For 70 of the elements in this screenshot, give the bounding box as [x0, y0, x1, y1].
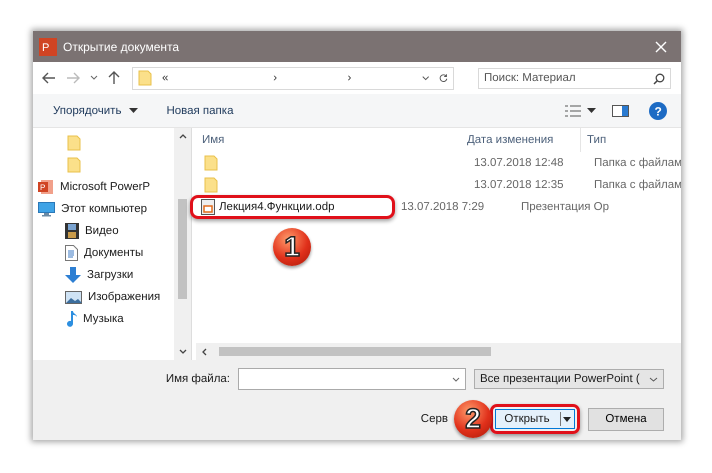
column-header[interactable]: Имя — [196, 128, 461, 152]
search-field[interactable]: Поиск: Материал — [478, 68, 671, 88]
sidebar-item[interactable]: Этот компьютер — [61, 203, 147, 215]
document-icon — [65, 245, 78, 261]
sidebar-item[interactable]: Изображения — [88, 291, 160, 303]
folder-icon — [204, 177, 218, 193]
sidebar-item[interactable]: Видео — [85, 225, 119, 237]
open-button[interactable]: Открыть — [495, 409, 575, 429]
search-icon — [653, 72, 665, 84]
date-cell-text: 13.07.2018 7:29 — [400, 201, 486, 213]
scrollbar-thumb[interactable] — [219, 347, 491, 356]
date-cell-text: 13.07.2018 12:35 — [473, 179, 565, 191]
column-header[interactable]: Тип — [581, 128, 681, 152]
chevron-down-icon — [649, 376, 658, 382]
sidebar-item[interactable]: Загрузки — [87, 269, 134, 281]
help-icon[interactable]: ? — [649, 102, 667, 120]
chevron-left-icon[interactable] — [202, 348, 207, 356]
breadcrumb[interactable]: › — [347, 72, 422, 84]
vertical-scrollbar[interactable] — [174, 128, 191, 360]
breadcrumb[interactable]: › — [273, 72, 348, 84]
highlighted-file-name[interactable]: Лекция4.Функции.odp — [190, 195, 395, 219]
chevron-up-icon[interactable] — [178, 134, 186, 139]
organize-button[interactable]: Упорядочить — [51, 102, 124, 118]
view-list-icon[interactable] — [565, 104, 581, 116]
chevron-down-icon[interactable] — [452, 377, 460, 382]
type-cell-text: Презентация Ор — [521, 201, 610, 213]
folder-icon — [67, 135, 81, 151]
preview-pane-icon[interactable] — [612, 104, 629, 116]
type-cell: Папка с файлам — [594, 157, 681, 169]
cancel-button[interactable]: Отмена — [588, 408, 664, 430]
horizontal-scrollbar[interactable] — [196, 343, 681, 360]
address-bar[interactable]: « › › — [132, 66, 454, 90]
new-folder-button[interactable]: Новая папка — [164, 102, 236, 118]
type-cell: Папка с файлам — [594, 179, 681, 191]
sidebar-item[interactable]: Музыка — [83, 313, 124, 325]
tools-menu[interactable]: Серв — [420, 413, 448, 425]
chevron-down-icon[interactable] — [90, 75, 98, 81]
monitor-icon — [38, 202, 55, 216]
date-cell-text: 13.07.2018 12:48 — [473, 157, 565, 169]
picture-icon — [65, 290, 82, 304]
column-header[interactable]: Дата изменения — [461, 128, 581, 152]
scrollbar-thumb[interactable] — [178, 199, 187, 299]
chevron-down-icon[interactable] — [178, 349, 186, 354]
step-number-badge: 2 — [454, 400, 492, 438]
filename-field[interactable] — [238, 368, 466, 390]
close-icon[interactable] — [655, 40, 667, 52]
app-icon: P — [39, 38, 57, 56]
caret-icon[interactable] — [563, 416, 571, 422]
up-arrow-icon[interactable] — [108, 71, 120, 85]
chevron-down-icon[interactable] — [422, 74, 430, 82]
filename-label: Имя файла: — [166, 373, 230, 385]
film-icon — [65, 223, 79, 239]
breadcrumb[interactable]: « — [162, 72, 274, 84]
folder-icon — [204, 155, 218, 171]
music-note-icon — [65, 311, 77, 327]
caret-icon[interactable] — [129, 108, 138, 113]
sidebar-item[interactable]: Документы — [84, 247, 144, 259]
folder-icon — [67, 157, 81, 173]
file-name: Лекция4.Функции.odp — [219, 201, 334, 213]
caret-icon[interactable] — [587, 108, 596, 113]
folder-icon — [138, 70, 152, 86]
down-arrow-icon — [65, 267, 81, 283]
file-type-dropdown[interactable]: Все презентации PowerPoint ( — [474, 369, 664, 389]
presentation-file-icon — [201, 199, 215, 215]
step-number-badge: 1 — [273, 228, 311, 266]
back-arrow-icon[interactable] — [42, 72, 56, 84]
refresh-icon[interactable] — [439, 72, 448, 84]
app-icon: P — [38, 179, 54, 195]
sidebar-item[interactable]: Microsoft PowerP — [60, 181, 150, 193]
window-title: Открытие документа — [63, 40, 180, 54]
